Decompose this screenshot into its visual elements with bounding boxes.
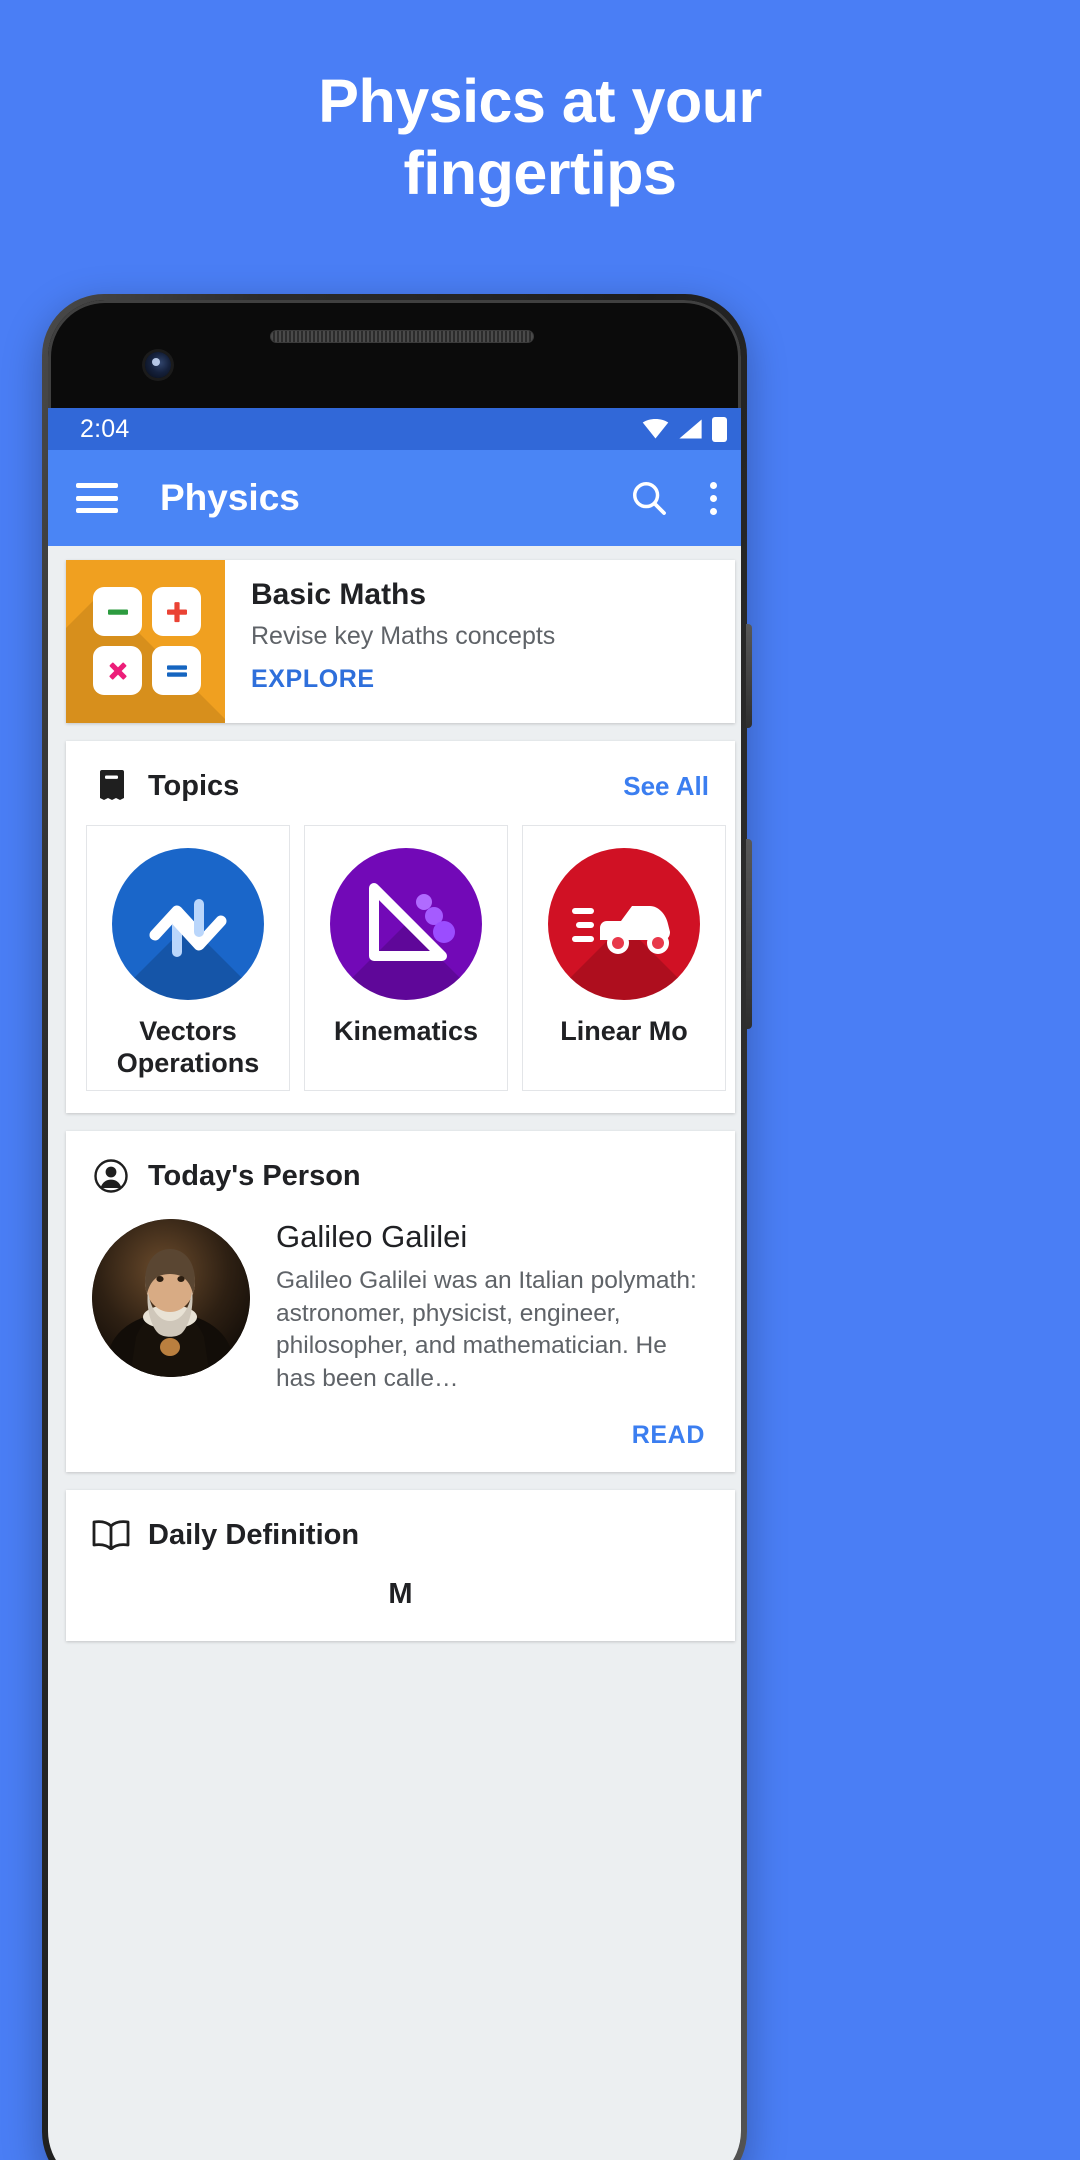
explore-button[interactable]: EXPLORE — [251, 665, 555, 694]
feature-card-subtitle: Revise key Maths concepts — [251, 622, 556, 650]
calculator-key-plus — [152, 587, 201, 636]
headline-line-1: Physics at your — [318, 67, 762, 135]
status-bar: 2:04 — [48, 408, 741, 450]
person-description: Galileo Galilei was an Italian polymath:… — [276, 1267, 697, 1392]
promo-screenshot: Physics at your fingertips 2:04 Physics … — [0, 0, 1080, 2160]
feature-card-body: Basic Maths Revise key Maths concepts EX… — [225, 560, 555, 723]
earpiece-speaker — [270, 330, 534, 343]
see-all-button[interactable]: See All — [623, 771, 709, 802]
open-book-icon — [92, 1516, 130, 1554]
car-icon — [548, 848, 700, 1000]
topic-label: Vectors Operations — [117, 1016, 260, 1080]
book-closed-icon — [92, 767, 130, 805]
daily-definition-header: Daily Definition — [66, 1490, 735, 1572]
todays-person-title: Today's Person — [148, 1159, 361, 1192]
phone-side-button-top — [746, 624, 752, 728]
headline-line-2: fingertips — [403, 138, 677, 207]
feature-card-title: Basic Maths — [251, 578, 427, 611]
topics-rail[interactable]: Vectors Operations Kinematics Linear Mo — [66, 825, 735, 1113]
todays-person-card: Today's Person Galileo Galilei Galileo G… — [66, 1131, 735, 1473]
screen-content: Basic Maths Revise key Maths concepts EX… — [48, 546, 741, 1642]
app-bar: Physics — [48, 450, 741, 546]
daily-definition-word: M — [388, 1578, 413, 1611]
search-icon[interactable] — [630, 479, 668, 517]
topics-header: Topics See All — [66, 741, 735, 825]
phone-side-button-bottom — [746, 839, 752, 1029]
calculator-key-minus — [93, 587, 142, 636]
avatar — [92, 1219, 250, 1377]
vectors-arrows-icon — [112, 848, 264, 1000]
phone-screen-frame: 2:04 Physics Basic Maths Revise key Math… — [48, 300, 741, 2160]
battery-icon — [712, 416, 727, 442]
todays-person-header: Today's Person — [66, 1131, 735, 1215]
topic-card-kinematics[interactable]: Kinematics — [304, 825, 508, 1091]
status-time: 2:04 — [80, 414, 130, 443]
topic-card-vectors-operations[interactable]: Vectors Operations — [86, 825, 290, 1091]
incline-slope-icon — [330, 848, 482, 1000]
wifi-icon — [642, 419, 669, 439]
topic-card-linear-momentum[interactable]: Linear Mo — [522, 825, 726, 1091]
status-icons — [642, 416, 727, 442]
front-camera-icon — [145, 352, 171, 378]
calculator-key-multiply — [93, 646, 142, 695]
topic-label-line-1: Linear Mo — [560, 1016, 688, 1046]
topic-label: Kinematics — [334, 1016, 478, 1048]
phone-mockup: 2:04 Physics Basic Maths Revise key Math… — [42, 294, 752, 2160]
page-title: Physics at your fingertips — [0, 66, 1080, 210]
topic-label: Linear Mo — [560, 1016, 688, 1048]
calculator-key-equals — [152, 646, 201, 695]
cellular-signal-icon — [679, 419, 702, 439]
person-text: Galileo Galilei Galileo Galilei was an I… — [250, 1219, 709, 1395]
person-portrait-icon — [92, 1157, 130, 1195]
app-bar-title: Physics — [160, 477, 300, 518]
topics-title: Topics — [148, 769, 240, 802]
calculator-icon — [66, 560, 225, 723]
app-screen: 2:04 Physics Basic Maths Revise key Math… — [48, 408, 741, 2160]
more-vert-icon[interactable] — [704, 481, 723, 515]
topic-label-line-1: Vectors — [139, 1016, 237, 1046]
hamburger-menu-icon[interactable] — [76, 483, 118, 513]
person-name: Galileo Galilei — [276, 1219, 468, 1254]
topic-label-line-1: Kinematics — [333, 1016, 479, 1046]
daily-definition-title: Daily Definition — [148, 1518, 360, 1551]
daily-definition-card: Daily Definition M — [66, 1490, 735, 1642]
person-body: Galileo Galilei Galileo Galilei was an I… — [66, 1215, 735, 1395]
app-bar-actions — [630, 479, 723, 517]
topic-label-line-2: Operations — [116, 1047, 260, 1078]
read-button[interactable]: READ — [66, 1395, 735, 1472]
topics-card: Topics See All Vectors Operations Kinema… — [66, 741, 735, 1113]
feature-card-basic-maths[interactable]: Basic Maths Revise key Maths concepts EX… — [66, 560, 735, 723]
